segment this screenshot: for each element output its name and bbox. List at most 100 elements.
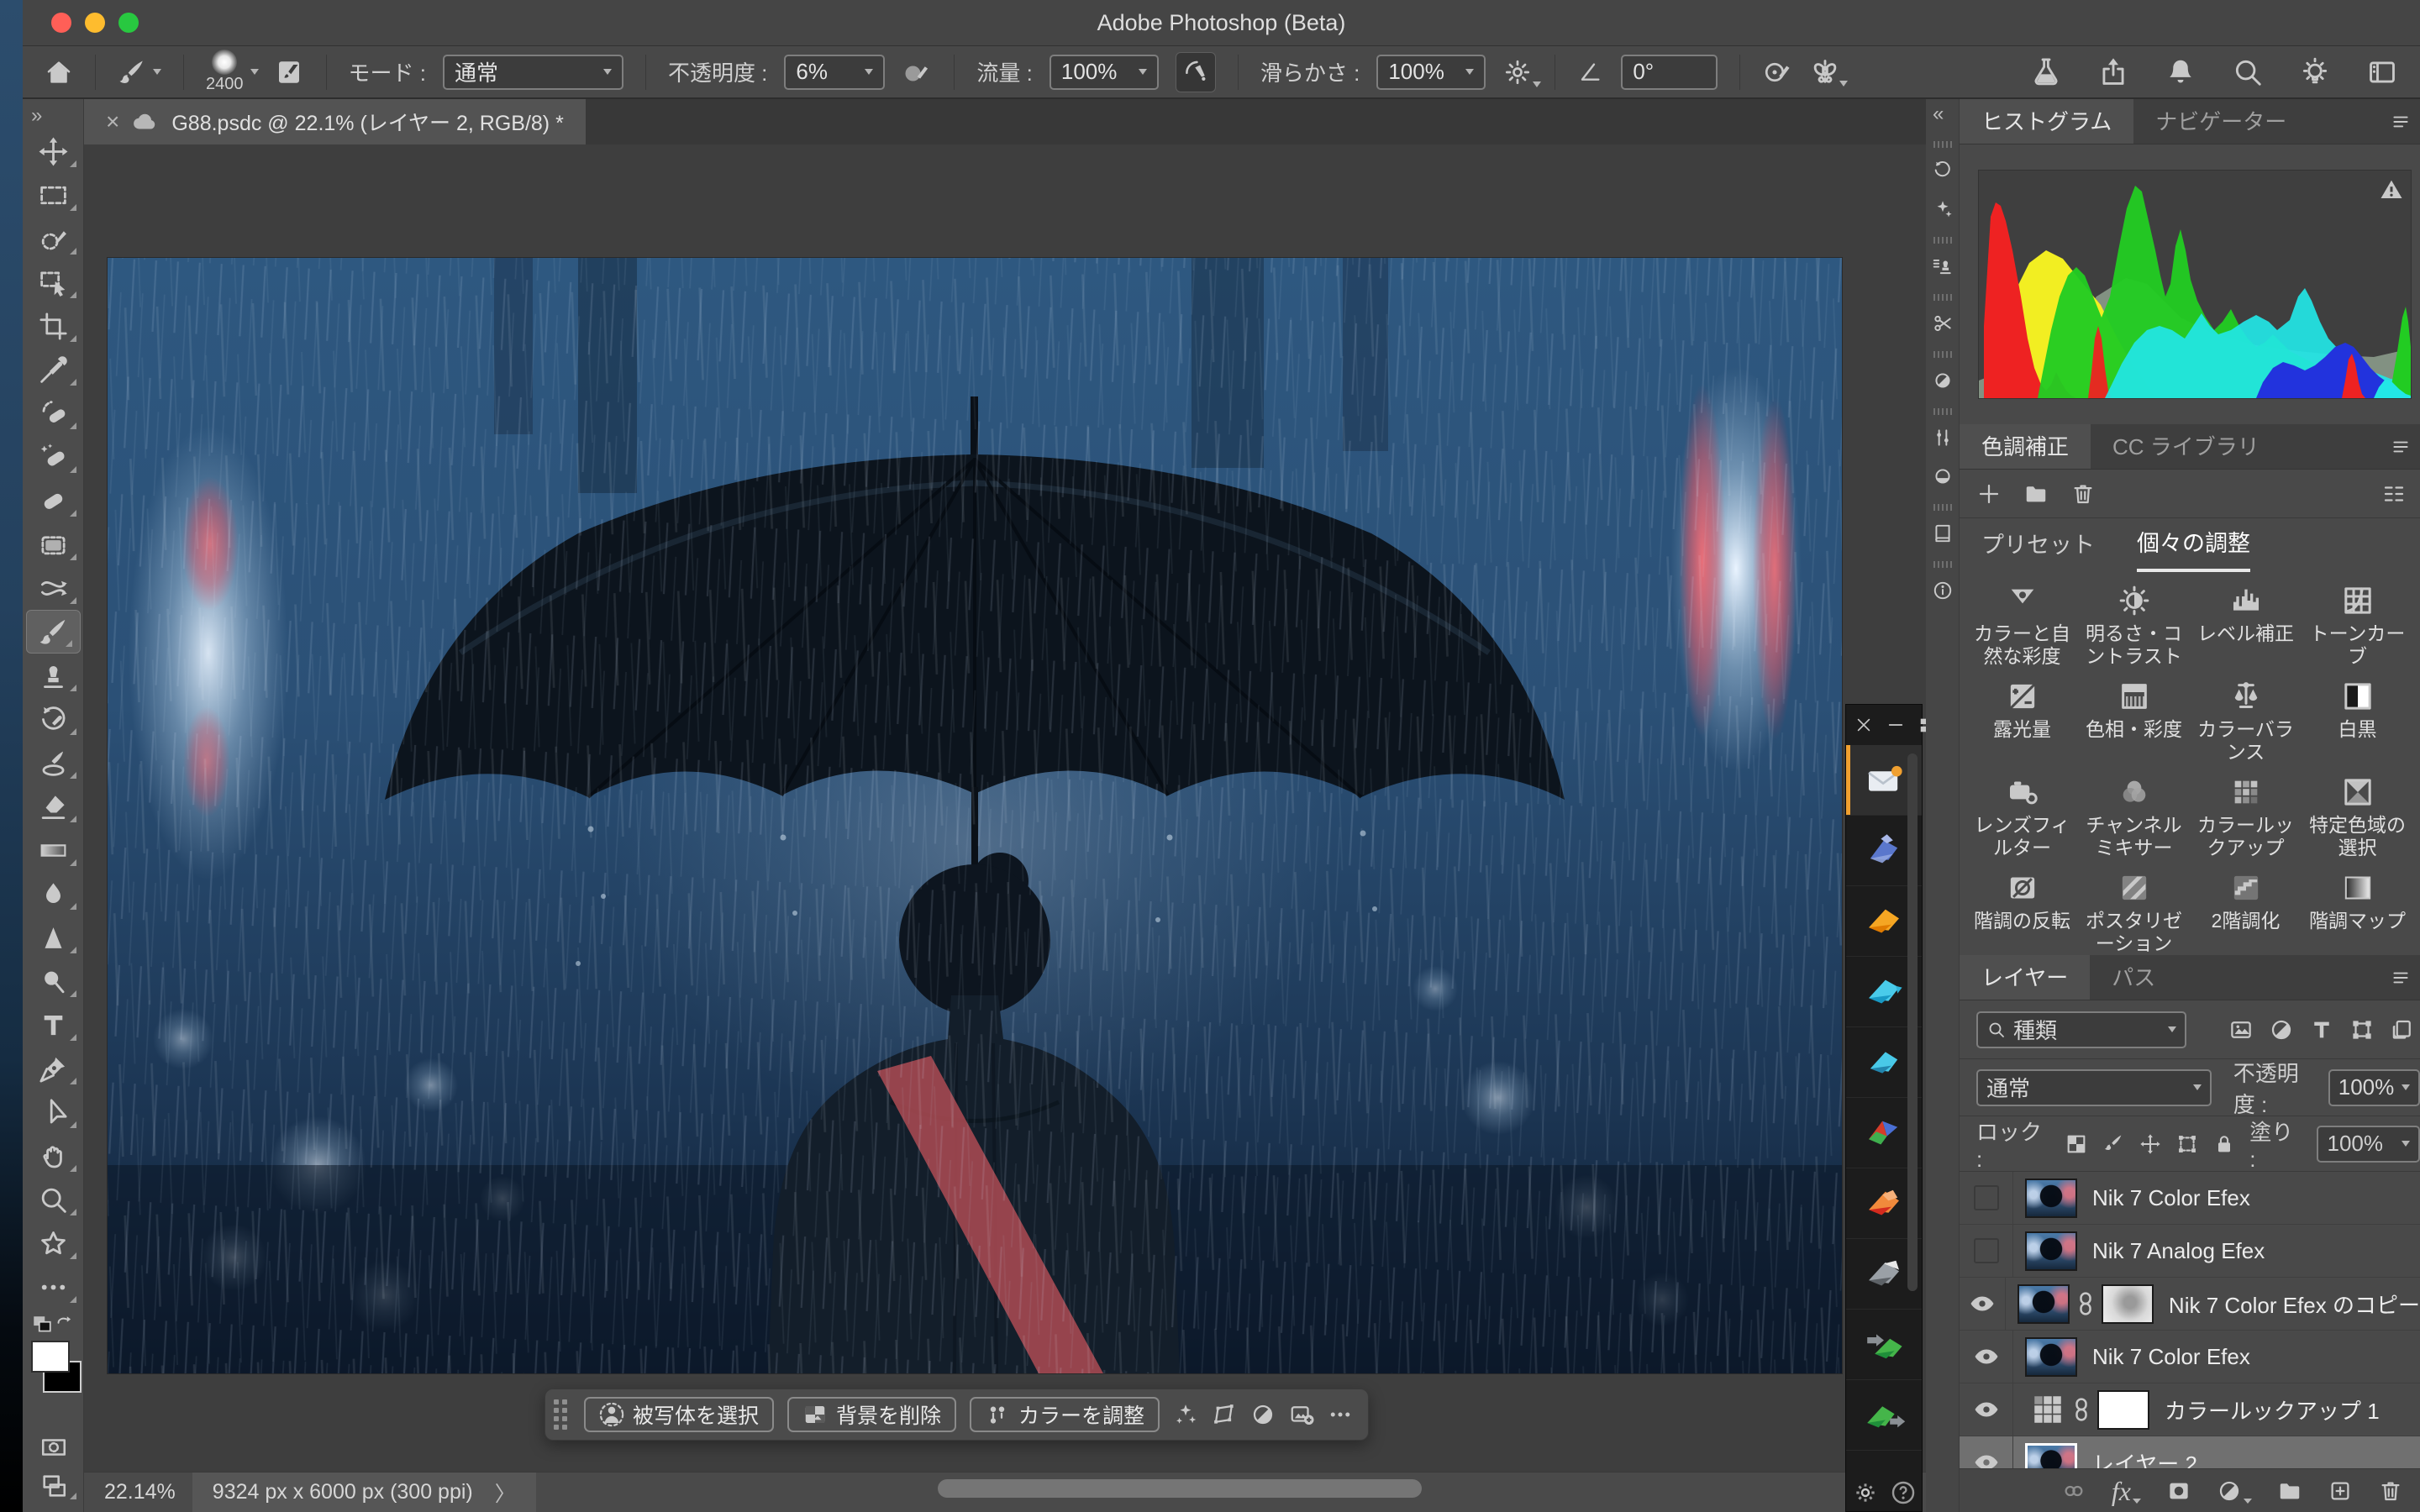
adjustment-exposure[interactable]: 露光量 [1966, 673, 2078, 764]
more-icon[interactable] [1328, 1402, 1353, 1427]
fx-icon[interactable]: fx [2112, 1478, 2141, 1504]
visibility-toggle[interactable] [1960, 1278, 2006, 1330]
adjustment-levels[interactable]: レベル補正 [2190, 577, 2302, 668]
default-colors-icon[interactable] [31, 1314, 53, 1336]
gear-icon[interactable] [1502, 57, 1533, 87]
transform-icon[interactable] [1212, 1402, 1237, 1427]
visibility-toggle[interactable] [1960, 1331, 2013, 1383]
adjustment-photo-filter[interactable]: レンズフィルター [1966, 769, 2078, 859]
angle-input[interactable]: 0° [1621, 55, 1718, 90]
gear-icon[interactable] [1852, 1479, 1879, 1506]
tool-edit-toolbar[interactable] [23, 1265, 84, 1309]
color-circle-icon[interactable] [1926, 457, 1960, 496]
minimize-icon[interactable] [1886, 716, 1905, 734]
opacity-select[interactable]: 6% [784, 55, 885, 90]
pressure-size-icon[interactable] [1762, 57, 1792, 87]
adjustment-color-balance[interactable]: カラーバランス [2190, 673, 2302, 764]
adjustment-curves[interactable]: トーンカーブ [2302, 577, 2413, 668]
layer-filter-select[interactable]: 種類 [1976, 1011, 2186, 1048]
tool-history-brush[interactable] [23, 697, 84, 741]
sparkle-wand-icon[interactable] [1173, 1402, 1198, 1427]
layer-thumbnail[interactable] [2025, 1231, 2077, 1271]
screen-mode-button[interactable] [23, 1467, 84, 1505]
blend-mode-select[interactable]: 通常 [443, 55, 623, 90]
layer-name[interactable]: カラールックアップ 1 [2165, 1394, 2380, 1425]
canvas-image[interactable] [108, 258, 1842, 1373]
bell-icon[interactable] [2165, 56, 2196, 88]
nik-output-sharpener-item[interactable] [1846, 1380, 1922, 1451]
toolbar-collapse[interactable]: » [23, 99, 83, 129]
tool-rectangular-marquee[interactable] [23, 173, 84, 217]
adjustment-threshold[interactable]: 2階調化 [2190, 864, 2302, 955]
tool-healing-brush[interactable] [23, 435, 84, 479]
tool-spot-healing[interactable] [23, 479, 84, 522]
tool-crop[interactable] [23, 304, 84, 348]
adjustment-icon[interactable] [2217, 1478, 2252, 1504]
tool-hand[interactable] [23, 1134, 84, 1178]
lock-all-icon[interactable] [2212, 1132, 2236, 1156]
panel-menu-icon[interactable] [2390, 111, 2412, 133]
adjustment-color-vibrance[interactable]: カラーと自然な彩度 [1966, 577, 2078, 668]
tool-mixer-brush[interactable] [23, 741, 84, 785]
panel-menu-icon[interactable] [2390, 436, 2412, 458]
search-icon[interactable] [2232, 56, 2264, 88]
lightbulb-icon[interactable] [2299, 56, 2331, 88]
document-info[interactable]: 9324 px x 6000 px (300 ppi) 〉 [192, 1473, 536, 1512]
tab-adjustments[interactable]: 色調補正 [1960, 424, 2091, 469]
adjustment-invert[interactable]: 階調の反転 [1966, 864, 2078, 955]
tool-patch[interactable] [23, 522, 84, 566]
layer-name[interactable]: Nik 7 Color Efex のコピー [2169, 1289, 2420, 1320]
nik-presharpener-item[interactable] [1846, 1310, 1922, 1380]
airbrush-icon[interactable] [1176, 52, 1216, 92]
layer-blend-mode-select[interactable]: 通常 [1976, 1069, 2212, 1106]
layer-row[interactable]: Nik 7 Color Efex [1960, 1172, 2420, 1225]
libraries-icon[interactable] [1926, 514, 1960, 553]
adjustment-selective-color[interactable]: 特定色域の選択 [2302, 769, 2413, 859]
layer-mask-thumbnail[interactable] [2102, 1284, 2154, 1324]
adjustment-filter-icon[interactable] [2269, 1017, 2294, 1042]
add-icon[interactable] [1976, 481, 2002, 507]
layer-row[interactable]: Nik 7 Color Efex のコピー [1960, 1278, 2420, 1331]
remove-background-button[interactable]: 背景を削除 [787, 1397, 956, 1432]
toggle-brush-panel-icon[interactable] [274, 57, 304, 87]
tool-pen[interactable] [23, 1047, 84, 1090]
tool-path-selection[interactable] [23, 1090, 84, 1134]
panel-menu-icon[interactable] [2390, 967, 2412, 989]
list-view-icon[interactable] [2381, 481, 2407, 507]
symmetry-icon[interactable] [1809, 56, 1841, 88]
swap-colors-icon[interactable] [53, 1314, 75, 1336]
mask-link-icon[interactable] [2070, 1289, 2102, 1318]
subtab-presets[interactable]: プリセット [1981, 520, 2095, 570]
zoom-level[interactable]: 22.14% [104, 1480, 176, 1504]
tab-layers[interactable]: レイヤー [1960, 955, 2090, 1000]
layer-thumbnail[interactable] [2025, 1179, 2077, 1218]
brush-tool-preset[interactable] [118, 58, 161, 87]
adjustment-gradient-map[interactable]: 階調マップ [2302, 864, 2413, 955]
layer-row[interactable]: カラールックアップ 1 [1960, 1383, 2420, 1436]
info-icon[interactable] [1926, 571, 1960, 610]
help-icon[interactable] [1890, 1479, 1917, 1506]
tool-brush[interactable] [26, 610, 81, 654]
tool-clone-stamp[interactable] [23, 654, 84, 697]
lock-artboard-icon[interactable] [2175, 1132, 2199, 1156]
flow-select[interactable]: 100% [1050, 55, 1159, 90]
visibility-toggle[interactable] [1960, 1225, 2013, 1277]
subtab-single-adjustments[interactable]: 個々の調整 [2137, 518, 2250, 572]
select-subject-button[interactable]: 被写体を選択 [584, 1397, 774, 1432]
smoothing-select[interactable]: 100% [1376, 55, 1486, 90]
adjustment-color-lookup[interactable]: カラールックアップ [2190, 769, 2302, 859]
adjustment-channel-mixer[interactable]: チャンネルミキサー [2078, 769, 2190, 859]
lock-move-icon[interactable] [2139, 1132, 2162, 1156]
tool-move[interactable] [23, 129, 84, 173]
nik-scrollbar[interactable] [1907, 753, 1918, 1291]
close-icon[interactable] [1854, 716, 1873, 734]
share-icon[interactable] [2097, 56, 2129, 88]
layer-name[interactable]: Nik 7 Color Efex [2092, 1185, 2250, 1211]
layer-thumbnail[interactable] [2018, 1284, 2070, 1324]
adjustment-posterize[interactable]: ポスタリゼーション [2078, 864, 2190, 955]
lock-paint-icon[interactable] [2102, 1132, 2125, 1156]
adjustment-icon[interactable] [1250, 1402, 1276, 1427]
smart-object-filter-icon[interactable] [2390, 1017, 2415, 1042]
folder-icon[interactable] [2023, 481, 2049, 507]
adjustment-brightness-contrast[interactable]: 明るさ・コントラスト [2078, 577, 2190, 668]
